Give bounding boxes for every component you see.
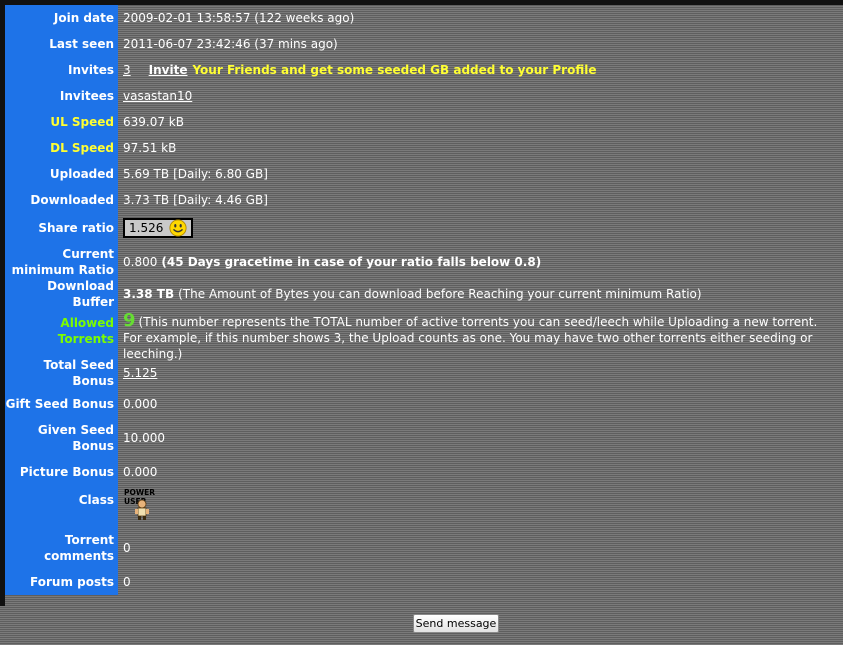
row-gift-seed-bonus: Gift Seed Bonus 0.000 <box>5 391 843 417</box>
total-seed-bonus-link[interactable]: 5.125 <box>123 365 157 381</box>
allowed-torrents-note-line1: (This number represents the TOTAL number… <box>138 315 818 329</box>
total-seed-bonus-label-line2: Bonus <box>72 374 114 388</box>
invites-value: 3 Invite Your Friends and get some seede… <box>118 57 597 83</box>
min-ratio-value: 0.800 (45 Days gracetime in case of your… <box>118 243 541 281</box>
profile-page: Join date 2009-02-01 13:58:57 (122 weeks… <box>0 0 843 645</box>
allowed-torrents-label: Allowed Torrents <box>5 307 118 355</box>
invite-link[interactable]: Invite <box>149 62 188 78</box>
share-ratio-number: 1.526 <box>129 221 164 235</box>
given-seed-bonus-label-line2: Bonus <box>72 439 114 453</box>
row-forum-posts: Forum posts 0 <box>5 569 843 595</box>
ul-speed-value: 639.07 kB <box>123 115 184 129</box>
download-buffer-label: Download Buffer <box>5 279 118 309</box>
invite-promo-text: Your Friends and get some seeded GB adde… <box>192 63 597 77</box>
download-buffer-amount: 3.38 TB <box>123 287 175 301</box>
row-invites: Invites 3 Invite Your Friends and get so… <box>5 57 843 83</box>
invites-label: Invites <box>5 57 118 83</box>
send-message-button[interactable]: Send message <box>413 614 499 633</box>
share-ratio-box: 1.526 <box>123 218 194 238</box>
downloaded-daily: [Daily: 4.46 GB] <box>173 193 268 207</box>
row-picture-bonus: Picture Bonus 0.000 <box>5 459 843 485</box>
row-invitees: Invitees vasastan10 <box>5 83 843 109</box>
min-ratio-label-line2: minimum Ratio <box>11 263 114 277</box>
min-ratio-number: 0.800 <box>123 255 158 269</box>
profile-table: Join date 2009-02-01 13:58:57 (122 weeks… <box>5 5 843 595</box>
row-last-seen: Last seen 2011-06-07 23:42:46 (37 mins a… <box>5 31 843 57</box>
row-downloaded: Downloaded 3.73 TB [Daily: 4.46 GB] <box>5 187 843 213</box>
given-seed-bonus-label: Given Seed Bonus <box>5 417 118 459</box>
join-date-label: Join date <box>5 5 118 31</box>
row-join-date: Join date 2009-02-01 13:58:57 (122 weeks… <box>5 5 843 31</box>
total-seed-bonus-label: Total Seed Bonus <box>5 355 118 391</box>
invitees-value: vasastan10 <box>118 83 192 109</box>
total-seed-bonus-value: 5.125 <box>118 355 157 391</box>
row-ul-speed: UL Speed 639.07 kB <box>5 109 843 135</box>
class-value: POWER USER <box>118 485 161 527</box>
total-seed-bonus-label-line1: Total Seed <box>43 358 114 372</box>
row-share-ratio: Share ratio 1.526 <box>5 213 843 243</box>
dl-speed-label: DL Speed <box>5 135 118 161</box>
download-buffer-value: 3.38 TB (The Amount of Bytes you can dow… <box>118 281 702 307</box>
share-ratio-label: Share ratio <box>5 213 118 243</box>
dl-speed-value: 97.51 kB <box>123 141 177 155</box>
invitee-link[interactable]: vasastan10 <box>123 88 192 104</box>
uploaded-amount: 5.69 TB <box>123 167 170 181</box>
torrent-comments-label-line2: comments <box>44 549 114 563</box>
torrent-comments-label: Torrent comments <box>5 527 118 569</box>
torrent-comments-label-line1: Torrent <box>64 533 114 547</box>
row-min-ratio: Current minimum Ratio 0.800 (45 Days gra… <box>5 243 843 281</box>
row-download-buffer: Download Buffer 3.38 TB (The Amount of B… <box>5 279 843 309</box>
invites-count-link[interactable]: 3 <box>123 62 131 78</box>
picture-bonus-label: Picture Bonus <box>5 459 118 485</box>
gift-seed-bonus-value: 0.000 <box>123 397 158 411</box>
join-date-value: 2009-02-01 13:58:57 (122 weeks ago) <box>123 11 355 25</box>
row-class: Class POWER USER <box>5 485 843 527</box>
share-ratio-value: 1.526 <box>118 213 194 243</box>
min-ratio-label-line1: Current <box>62 247 114 261</box>
row-allowed-torrents: Allowed Torrents 9 (This number represen… <box>5 307 843 362</box>
forum-posts-value: 0 <box>123 575 131 589</box>
row-given-seed-bonus: Given Seed Bonus 10.000 <box>5 417 843 459</box>
uploaded-label: Uploaded <box>5 161 118 187</box>
power-user-icon: POWER USER <box>124 488 155 520</box>
last-seen-label: Last seen <box>5 31 118 57</box>
row-torrent-comments: Torrent comments 0 <box>5 527 843 569</box>
downloaded-amount: 3.73 TB <box>123 193 170 207</box>
smiley-icon <box>169 219 187 237</box>
min-ratio-label: Current minimum Ratio <box>5 243 118 281</box>
uploaded-value: 5.69 TB [Daily: 6.80 GB] <box>118 161 268 187</box>
allowed-torrents-value: 9 (This number represents the TOTAL numb… <box>118 307 843 362</box>
row-dl-speed: DL Speed 97.51 kB <box>5 135 843 161</box>
downloaded-label: Downloaded <box>5 187 118 213</box>
given-seed-bonus-value: 10.000 <box>123 431 165 445</box>
min-ratio-note: (45 Days gracetime in case of your ratio… <box>161 255 542 269</box>
row-uploaded: Uploaded 5.69 TB [Daily: 6.80 GB] <box>5 161 843 187</box>
download-buffer-note: (The Amount of Bytes you can download be… <box>178 287 702 301</box>
picture-bonus-value: 0.000 <box>123 465 158 479</box>
gift-seed-bonus-label: Gift Seed Bonus <box>5 391 118 417</box>
ul-speed-label: UL Speed <box>5 109 118 135</box>
last-seen-value: 2011-06-07 23:42:46 (37 mins ago) <box>123 37 338 51</box>
svg-text:POWER: POWER <box>124 488 155 497</box>
given-seed-bonus-label-line1: Given Seed <box>37 423 114 437</box>
torrent-comments-value: 0 <box>123 541 131 555</box>
row-total-seed-bonus: Total Seed Bonus 5.125 <box>5 355 843 391</box>
invitees-label: Invitees <box>5 83 118 109</box>
downloaded-value: 3.73 TB [Daily: 4.46 GB] <box>118 187 268 213</box>
forum-posts-label: Forum posts <box>5 569 118 595</box>
allowed-torrents-number: 9 <box>123 310 136 331</box>
uploaded-daily: [Daily: 6.80 GB] <box>173 167 268 181</box>
class-label: Class <box>5 485 118 527</box>
